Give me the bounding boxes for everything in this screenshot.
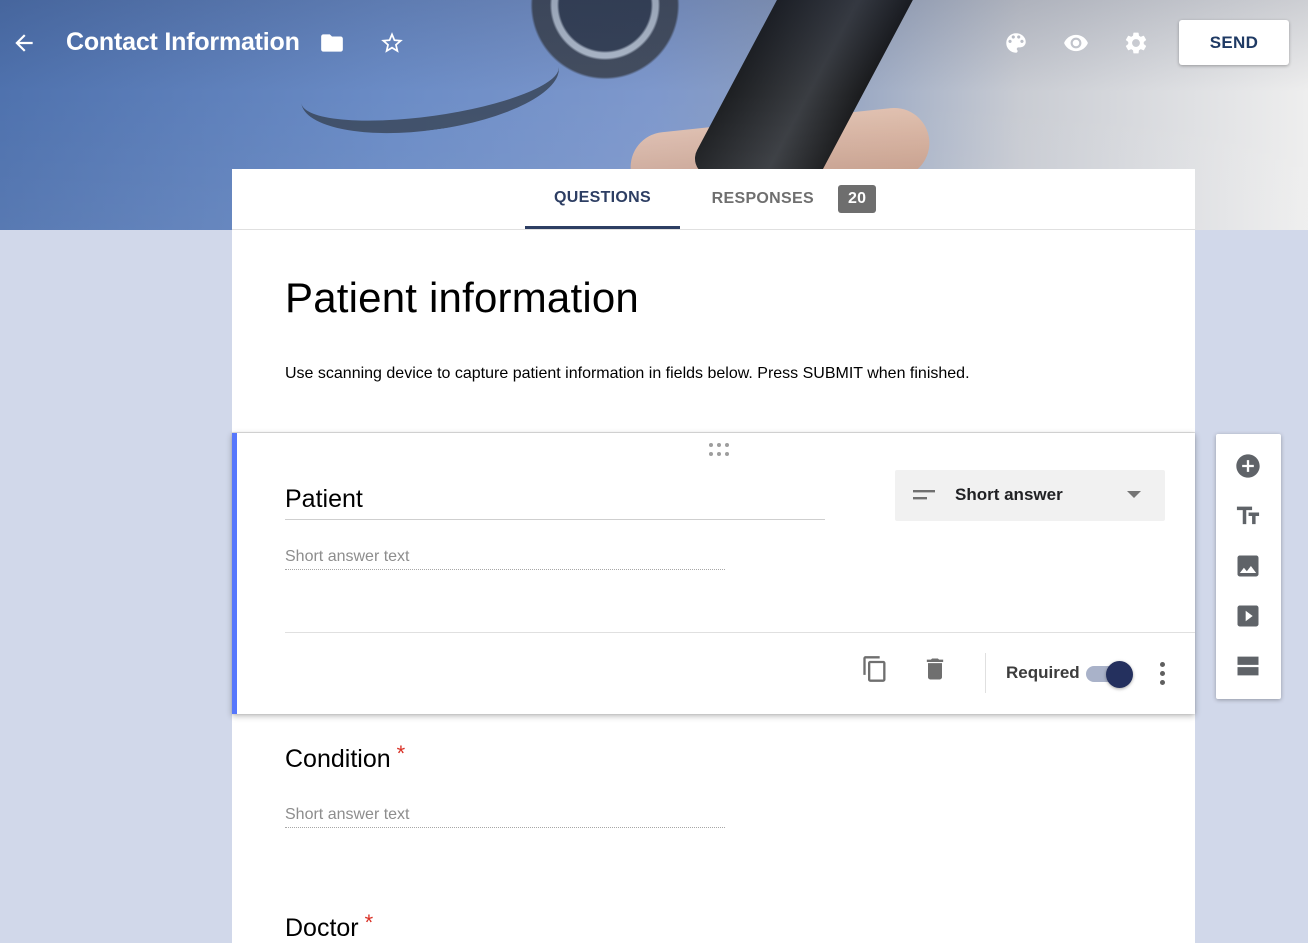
side-toolbar — [1216, 434, 1281, 699]
form-header-card[interactable]: Patient information Use scanning device … — [232, 230, 1195, 433]
add-question-icon — [1236, 454, 1260, 478]
settings-button[interactable] — [1116, 23, 1156, 63]
add-section-button[interactable] — [1233, 651, 1263, 681]
gear-icon — [1125, 32, 1147, 54]
form-description[interactable]: Use scanning device to capture patient i… — [285, 365, 970, 383]
add-title-icon — [1236, 506, 1260, 525]
question-doctor-label: Doctor — [285, 914, 359, 942]
add-section-icon — [1237, 656, 1259, 676]
form-title[interactable]: Patient information — [285, 274, 639, 322]
preview-button[interactable] — [1056, 23, 1096, 63]
question-condition-label: Condition — [285, 745, 391, 773]
add-image-button[interactable] — [1233, 551, 1263, 581]
folder-icon — [321, 34, 343, 52]
copy-icon — [863, 656, 886, 682]
question-title-input[interactable]: Patient — [285, 485, 825, 520]
toggle-knob — [1106, 661, 1133, 688]
tab-questions[interactable]: QUESTIONS — [525, 169, 680, 229]
required-asterisk: * — [396, 741, 406, 766]
question-card-patient[interactable]: Patient Short answer text Short answer R… — [232, 433, 1195, 714]
required-asterisk: * — [364, 910, 374, 935]
move-to-folder-button[interactable] — [312, 23, 352, 63]
add-image-icon — [1237, 555, 1259, 577]
send-button[interactable]: SEND — [1179, 20, 1289, 65]
question-patient-answer-placeholder: Short answer text — [285, 548, 725, 570]
theme-button[interactable] — [996, 23, 1036, 63]
question-type-dropdown[interactable]: Short answer — [895, 470, 1165, 521]
required-label: Required — [1006, 663, 1080, 682]
palette-icon — [1006, 33, 1026, 53]
responses-count-badge: 20 — [837, 185, 877, 213]
footer-divider-line — [285, 632, 1195, 633]
tab-responses[interactable]: RESPONSES 20 — [694, 169, 894, 229]
star-button[interactable] — [372, 23, 412, 63]
tab-responses-label: RESPONSES — [711, 190, 814, 207]
add-question-button[interactable] — [1233, 451, 1263, 481]
question-type-label: Short answer — [955, 485, 1063, 504]
question-doctor-title[interactable]: Doctor * — [285, 910, 373, 943]
question-condition-answer-placeholder: Short answer text — [285, 806, 725, 828]
more-options-icon[interactable] — [1155, 658, 1169, 688]
star-outline-icon — [381, 32, 403, 53]
question-condition-title[interactable]: Condition * — [285, 741, 405, 774]
tab-questions-label: QUESTIONS — [554, 188, 651, 206]
short-text-icon — [913, 488, 935, 502]
eye-icon — [1064, 34, 1088, 52]
tab-bar: QUESTIONS RESPONSES 20 — [232, 169, 1195, 230]
required-toggle[interactable] — [1086, 661, 1134, 688]
delete-button[interactable] — [919, 653, 951, 685]
top-bar: Contact Information SEND — [0, 0, 1308, 86]
add-video-button[interactable] — [1233, 601, 1263, 631]
chevron-down-icon — [1127, 491, 1141, 498]
trash-icon — [926, 658, 944, 680]
drag-handle-icon[interactable] — [707, 443, 731, 457]
back-button[interactable] — [4, 23, 44, 63]
add-video-icon — [1237, 605, 1259, 627]
footer-vertical-divider — [985, 653, 986, 693]
duplicate-button[interactable] — [859, 653, 891, 685]
form-name-title[interactable]: Contact Information — [66, 28, 300, 57]
add-title-button[interactable] — [1233, 501, 1263, 531]
arrow-back-icon — [15, 34, 33, 52]
